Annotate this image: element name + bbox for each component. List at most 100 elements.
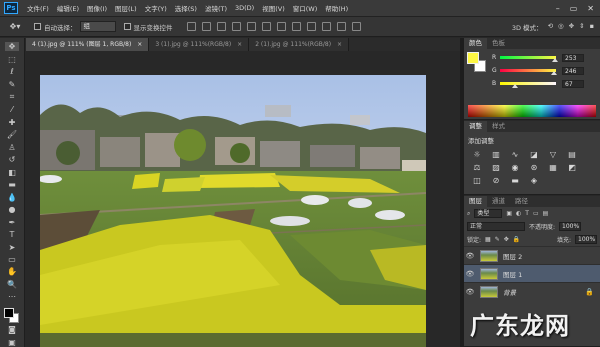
tab-color[interactable]: 颜色 <box>464 38 487 49</box>
channel-g-value[interactable]: 246 <box>562 66 584 75</box>
slider-r-track[interactable] <box>500 56 559 62</box>
path-select-icon[interactable]: ➤ <box>5 242 19 252</box>
pan-3d-icon[interactable]: ✥ <box>569 22 574 32</box>
tab-layers[interactable]: 图层 <box>464 196 487 207</box>
slide-3d-icon[interactable]: ⇕ <box>579 22 584 32</box>
eye-icon[interactable]: 👁 <box>464 270 476 278</box>
distribute-left-icon[interactable] <box>321 22 331 31</box>
move-tool-preset-icon[interactable]: ✥▾ <box>4 20 26 34</box>
more-tools-icon[interactable]: ⋯ <box>5 292 19 301</box>
gradient-tool-icon[interactable]: ▬ <box>5 180 19 189</box>
lock-pixels-icon[interactable]: ✎ <box>495 236 500 243</box>
distribute-bottom-icon[interactable] <box>306 22 316 31</box>
hue-icon[interactable]: ▤ <box>567 150 577 159</box>
align-left-icon[interactable] <box>231 22 241 31</box>
vibrance-icon[interactable]: ▽ <box>548 150 558 159</box>
distribute-hcenter-icon[interactable] <box>336 22 346 31</box>
doc-tab[interactable]: 3 (1).jpg @ 111%(RGB/8) × <box>149 38 250 51</box>
hand-tool-icon[interactable]: ✋ <box>5 267 19 276</box>
slider-r-thumb[interactable] <box>552 58 559 62</box>
zoom-tool-icon[interactable]: 🔍 <box>5 280 19 289</box>
filter-smart-icon[interactable]: ▤ <box>543 210 549 217</box>
foreground-color[interactable] <box>4 307 14 318</box>
menu-3d[interactable]: 3D(D) <box>231 4 258 12</box>
layer-filter-dropdown[interactable]: 类型 <box>474 209 503 218</box>
clone-stamp-icon[interactable]: ♙ <box>5 142 19 152</box>
close-icon[interactable]: × <box>137 38 142 51</box>
slider-g-track[interactable] <box>500 69 557 75</box>
colorbalance-icon[interactable]: ⚖ <box>472 163 482 172</box>
align-bottom-icon[interactable] <box>216 22 226 31</box>
levels-icon[interactable]: ▥ <box>491 150 501 159</box>
slider-b-track[interactable] <box>500 82 556 88</box>
color-spectrum[interactable] <box>468 105 596 117</box>
lock-transparent-icon[interactable]: ▦ <box>485 236 491 243</box>
invert-icon[interactable]: ◩ <box>567 163 577 172</box>
filter-adjust-icon[interactable]: ◐ <box>516 210 521 217</box>
minimize-icon[interactable]: – <box>556 4 560 13</box>
distribute-right-icon[interactable] <box>351 22 361 31</box>
close-icon[interactable]: × <box>237 38 242 51</box>
auto-select-checkbox[interactable] <box>34 23 41 30</box>
align-hcenter-icon[interactable] <box>246 22 256 31</box>
menu-type[interactable]: 文字(Y) <box>141 3 171 13</box>
quick-select-tool-icon[interactable]: ✎ <box>5 79 19 89</box>
menu-view[interactable]: 视图(V) <box>258 3 289 13</box>
roll-3d-icon[interactable]: ◎ <box>558 22 564 32</box>
tab-channels[interactable]: 通道 <box>487 196 510 207</box>
healing-brush-icon[interactable]: ✚ <box>5 117 19 127</box>
fill-input[interactable]: 100% <box>575 235 597 244</box>
color-panel-swatches[interactable] <box>467 52 491 76</box>
restore-icon[interactable]: ▭ <box>570 4 578 13</box>
selectivecolor-icon[interactable]: ◈ <box>529 176 539 185</box>
align-right-icon[interactable] <box>261 22 271 31</box>
auto-select-dropdown[interactable]: 组 <box>79 21 116 32</box>
bw-icon[interactable]: ▨ <box>491 163 501 172</box>
slider-b-thumb[interactable] <box>511 84 518 88</box>
show-transform-checkbox[interactable] <box>123 23 131 30</box>
canvas-area[interactable] <box>26 51 460 347</box>
lasso-tool-icon[interactable]: ℓ <box>5 67 19 76</box>
eye-icon[interactable]: 👁 <box>464 252 476 260</box>
lock-position-icon[interactable]: ✥ <box>504 236 509 243</box>
shape-tool-icon[interactable]: ▭ <box>5 255 19 264</box>
channelmixer-icon[interactable]: ⊛ <box>529 163 539 172</box>
tab-swatches[interactable]: 色板 <box>487 38 510 49</box>
menu-layer[interactable]: 图层(L) <box>111 3 141 13</box>
eyedropper-tool-icon[interactable]: ⁄ <box>5 105 19 114</box>
close-icon[interactable]: × <box>337 38 342 51</box>
posterize-icon[interactable]: ◫ <box>472 176 482 185</box>
menu-select[interactable]: 选择(S) <box>171 3 201 13</box>
menu-help[interactable]: 帮助(H) <box>321 3 352 13</box>
curves-icon[interactable]: ∿ <box>510 150 520 159</box>
channel-r-value[interactable]: 253 <box>562 53 584 62</box>
threshold-icon[interactable]: ⊘ <box>491 176 501 185</box>
doc-tab[interactable]: 2 (1).jpg @ 111%(RGB/8) × <box>249 38 350 51</box>
exposure-icon[interactable]: ◪ <box>529 150 539 159</box>
menu-filter[interactable]: 滤镜(T) <box>201 3 231 13</box>
foreground-color-swatch[interactable] <box>467 52 479 64</box>
channel-b-value[interactable]: 67 <box>562 79 584 88</box>
canvas-image[interactable] <box>40 75 426 347</box>
opacity-input[interactable]: 100% <box>559 222 582 231</box>
distribute-vcenter-icon[interactable] <box>291 22 301 31</box>
move-tool-icon[interactable]: ✥ <box>5 42 19 52</box>
crop-tool-icon[interactable]: ⌗ <box>5 92 19 102</box>
blur-tool-icon[interactable]: 💧 <box>5 192 19 202</box>
scale-3d-icon[interactable]: ▪ <box>590 22 594 32</box>
type-tool-icon[interactable]: T <box>5 230 19 239</box>
menu-edit[interactable]: 编辑(E) <box>53 3 83 13</box>
blend-mode-dropdown[interactable]: 正常 <box>467 222 525 231</box>
brush-tool-icon[interactable]: 🖌 <box>5 130 19 139</box>
align-top-icon[interactable] <box>186 22 196 31</box>
quick-mask-icon[interactable]: ◙ <box>5 325 19 334</box>
dodge-tool-icon[interactable]: ● <box>5 205 19 214</box>
eraser-tool-icon[interactable]: ◧ <box>5 167 19 177</box>
filter-type-icon[interactable]: T <box>525 210 529 217</box>
colorlookup-icon[interactable]: ▦ <box>548 163 558 172</box>
distribute-top-icon[interactable] <box>276 22 286 31</box>
filter-shape-icon[interactable]: ▭ <box>533 210 539 217</box>
screen-mode-icon[interactable]: ▣ <box>5 338 19 347</box>
tab-adjustments[interactable]: 调整 <box>464 121 487 132</box>
align-vcenter-icon[interactable] <box>201 22 211 31</box>
